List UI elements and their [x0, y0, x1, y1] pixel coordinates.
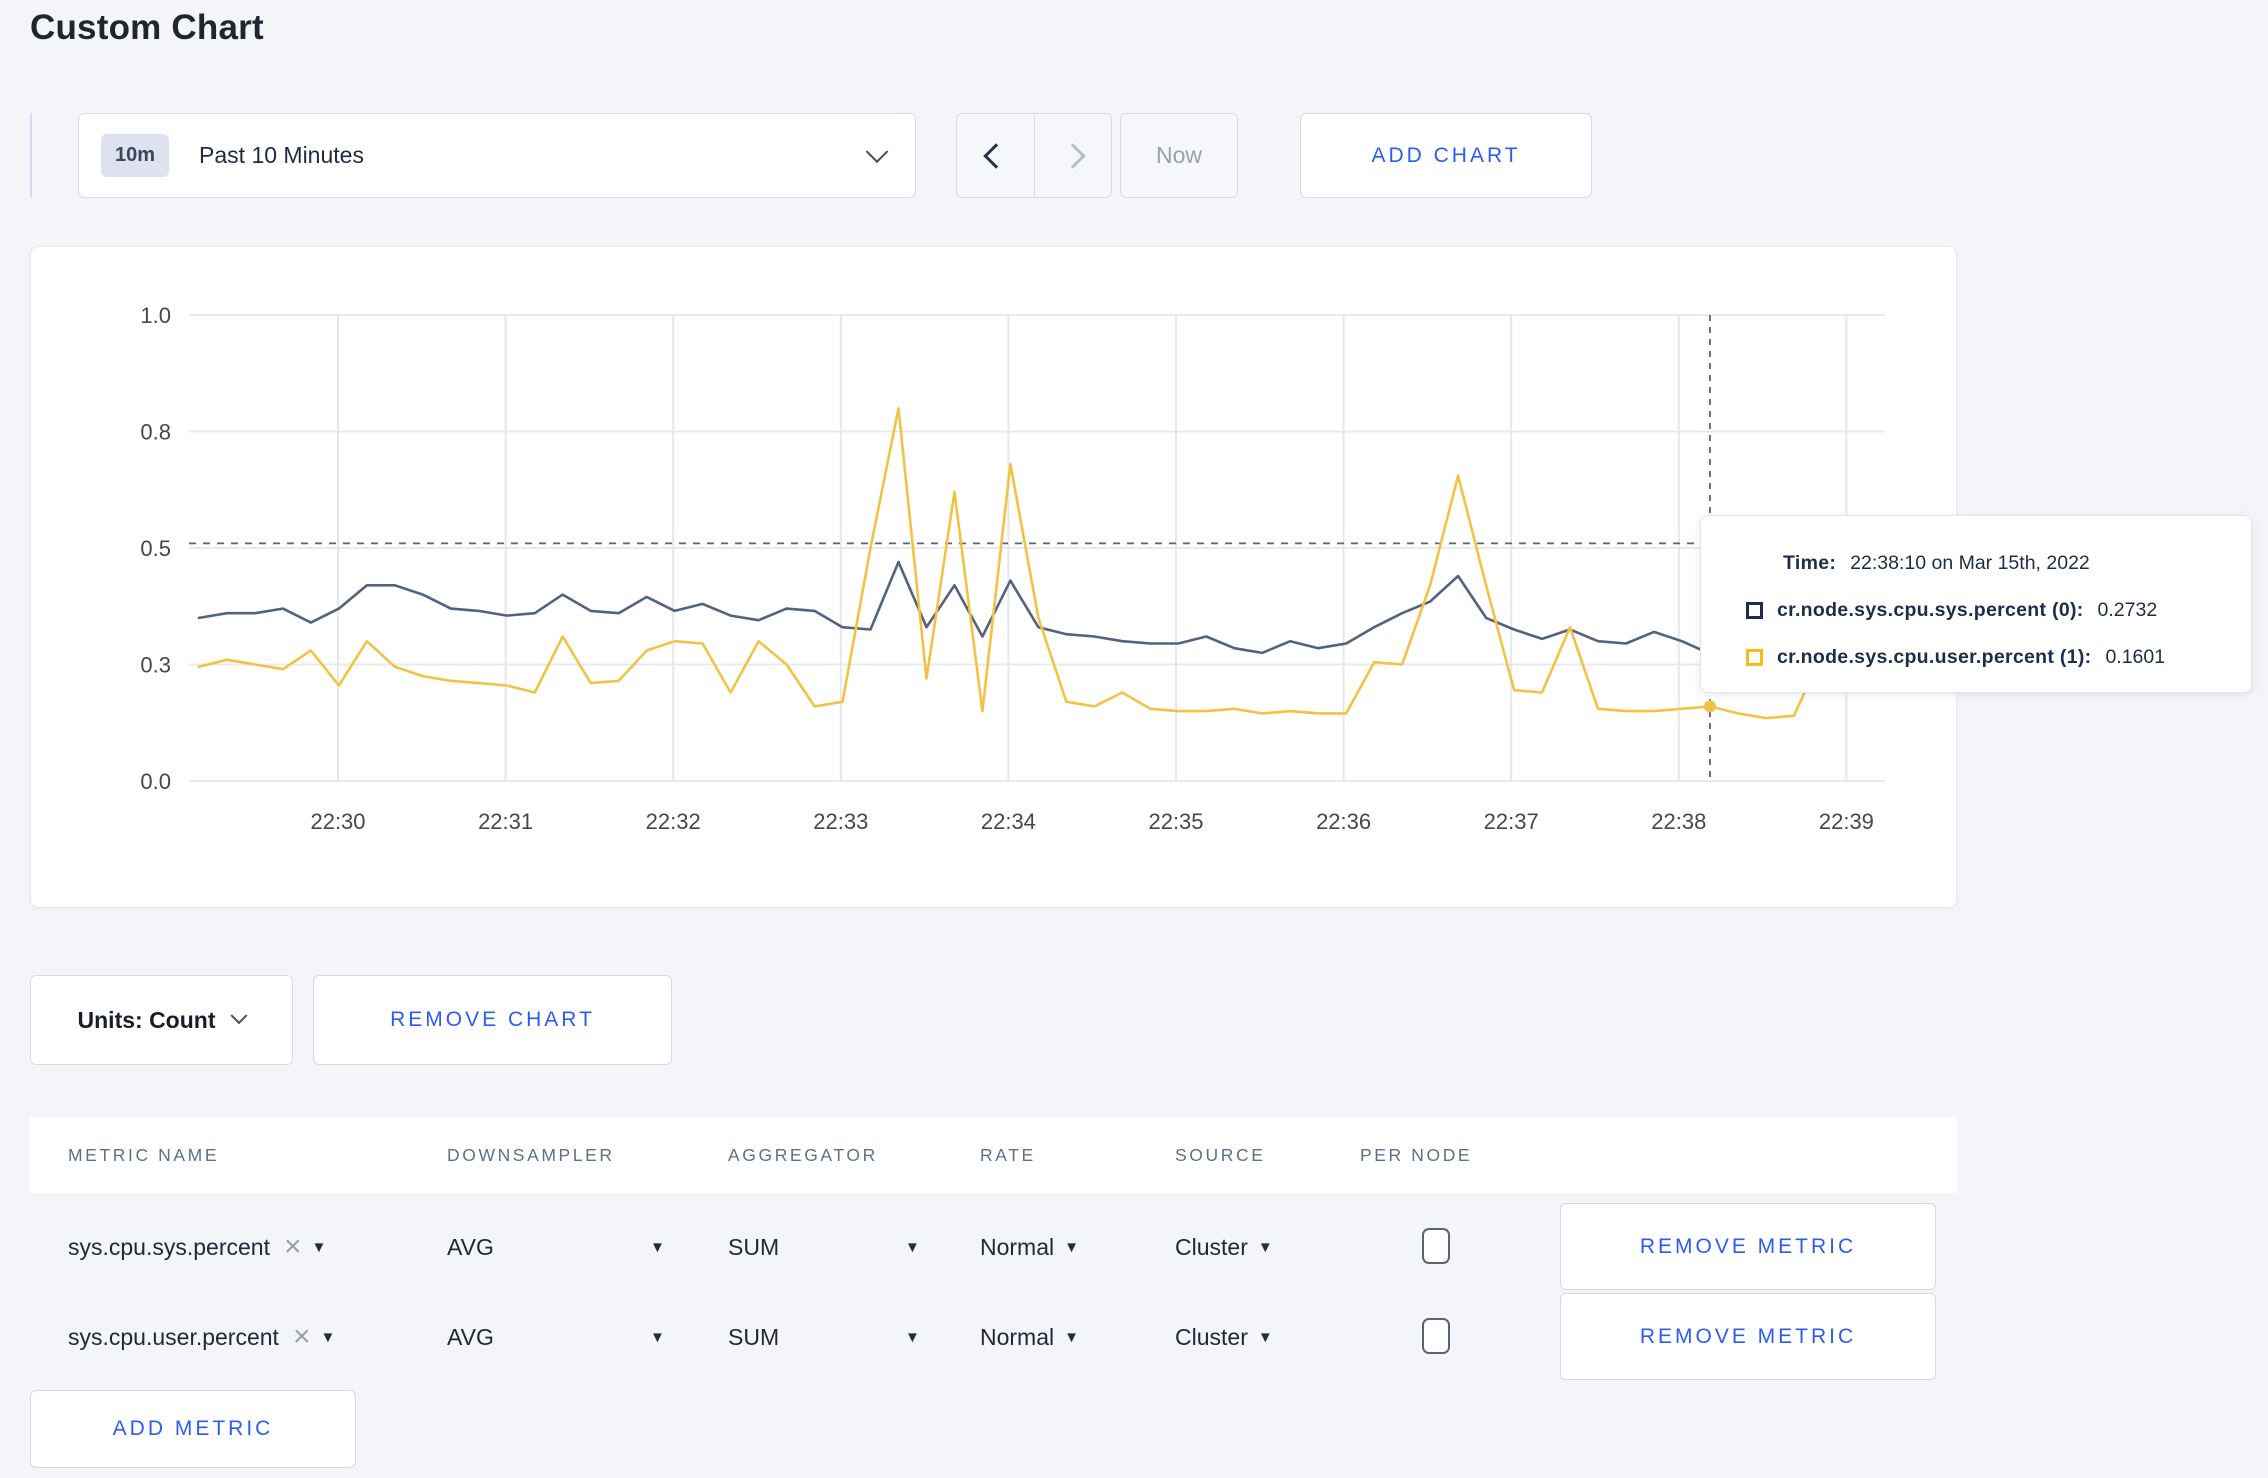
- chevron-right-icon: [1060, 142, 1086, 169]
- downsampler-select[interactable]: AVG ▼: [447, 1292, 687, 1382]
- source-select[interactable]: Cluster ▼: [1175, 1202, 1273, 1292]
- table-row: sys.cpu.user.percent × ▼ AVG ▼ SUM ▼ Nor…: [30, 1292, 1957, 1382]
- metrics-table-header: METRIC NAME DOWNSAMPLER AGGREGATOR RATE …: [30, 1117, 1957, 1193]
- caret-down-icon: ▼: [905, 1238, 920, 1256]
- col-header-rate: RATE: [980, 1144, 1036, 1165]
- units-label: Units: Count: [77, 1006, 216, 1033]
- caret-down-icon: ▼: [905, 1328, 920, 1346]
- add-metric-button[interactable]: ADD METRIC: [30, 1390, 356, 1468]
- per-node-checkbox[interactable]: [1422, 1228, 1450, 1264]
- col-header-downsampler: DOWNSAMPLER: [447, 1144, 615, 1165]
- x-axis-tick-label: 22:38: [1651, 809, 1706, 834]
- x-axis-tick-label: 22:34: [981, 809, 1036, 834]
- add-chart-button[interactable]: ADD CHART: [1300, 113, 1592, 198]
- tooltip-time-value: 22:38:10 on Mar 15th, 2022: [1850, 552, 2090, 574]
- metric-name-value: sys.cpu.user.percent: [68, 1323, 279, 1350]
- time-range-label: Past 10 Minutes: [199, 142, 364, 168]
- rate-value: Normal: [980, 1323, 1055, 1350]
- remove-metric-button[interactable]: REMOVE METRIC: [1560, 1293, 1936, 1380]
- y-axis-tick-label: 1.0: [140, 303, 171, 328]
- source-value: Cluster: [1175, 1233, 1248, 1260]
- clear-metric-icon[interactable]: ×: [284, 1232, 302, 1262]
- prev-time-button[interactable]: [957, 114, 1034, 197]
- rate-select[interactable]: Normal ▼: [980, 1292, 1079, 1382]
- page-title: Custom Chart: [30, 8, 264, 47]
- time-range-dropdown[interactable]: 10m Past 10 Minutes: [78, 113, 916, 198]
- remove-chart-button[interactable]: REMOVE CHART: [313, 975, 672, 1065]
- x-axis-tick-label: 22:39: [1819, 809, 1874, 834]
- remove-metric-button[interactable]: REMOVE METRIC: [1560, 1203, 1936, 1290]
- x-axis-tick-label: 22:35: [1148, 809, 1203, 834]
- caret-down-icon: ▼: [1064, 1328, 1079, 1346]
- col-header-aggregator: AGGREGATOR: [728, 1144, 878, 1165]
- chart-hover-tooltip: Time: 22:38:10 on Mar 15th, 2022 cr.node…: [1700, 515, 2252, 693]
- rate-value: Normal: [980, 1233, 1055, 1260]
- caret-down-icon: ▼: [650, 1238, 665, 1256]
- now-button[interactable]: Now: [1120, 113, 1238, 198]
- downsampler-value: AVG: [447, 1323, 494, 1350]
- next-time-button[interactable]: [1034, 114, 1111, 197]
- y-axis-tick-label: 0.5: [140, 536, 171, 561]
- x-axis-tick-label: 22:31: [478, 809, 533, 834]
- caret-down-icon: ▼: [1257, 1328, 1273, 1346]
- toolbar-divider: [30, 113, 32, 197]
- col-header-metric-name: METRIC NAME: [68, 1144, 220, 1165]
- downsampler-select[interactable]: AVG ▼: [447, 1202, 687, 1292]
- source-value: Cluster: [1175, 1323, 1248, 1350]
- caret-down-icon: ▼: [650, 1328, 665, 1346]
- timeseries-chart[interactable]: 0.0 0.3 0.5 0.8 1.0 22:30 22:31 22:32 22:33 22:34…: [31, 247, 1956, 907]
- caret-down-icon: ▼: [320, 1328, 336, 1346]
- rate-select[interactable]: Normal ▼: [980, 1202, 1079, 1292]
- time-step-button-group: [956, 113, 1112, 198]
- series-user-legend-icon: [1746, 649, 1763, 666]
- tooltip-time-label: Time:: [1783, 552, 1837, 574]
- units-dropdown[interactable]: Units: Count: [30, 975, 293, 1065]
- chart-card: 0.0 0.3 0.5 0.8 1.0 22:30 22:31 22:32 22:33 22:34…: [30, 246, 1957, 908]
- tooltip-series-sys-label: cr.node.sys.cpu.sys.percent (0):: [1777, 599, 2084, 621]
- clear-metric-icon[interactable]: ×: [293, 1322, 311, 1352]
- caret-down-icon: ▼: [311, 1238, 327, 1256]
- col-header-per-node: PER NODE: [1360, 1144, 1473, 1165]
- caret-down-icon: ▼: [1064, 1238, 1079, 1256]
- y-axis-tick-label: 0.3: [140, 653, 171, 678]
- metric-name-select[interactable]: sys.cpu.user.percent × ▼: [68, 1292, 335, 1382]
- tooltip-series-user-value: 0.1601: [2105, 646, 2166, 668]
- x-axis-tick-label: 22:36: [1316, 809, 1371, 834]
- aggregator-select[interactable]: SUM ▼: [728, 1202, 958, 1292]
- x-axis-tick-label: 22:33: [813, 809, 868, 834]
- per-node-checkbox[interactable]: [1422, 1318, 1450, 1354]
- chevron-down-icon: [865, 139, 889, 163]
- x-axis-tick-label: 22:32: [646, 809, 701, 834]
- source-select[interactable]: Cluster ▼: [1175, 1292, 1273, 1382]
- x-axis-tick-label: 22:30: [310, 809, 365, 834]
- y-axis-tick-label: 0.0: [140, 769, 171, 794]
- metric-name-select[interactable]: sys.cpu.sys.percent × ▼: [68, 1202, 326, 1292]
- aggregator-value: SUM: [728, 1323, 780, 1350]
- col-header-source: SOURCE: [1175, 1144, 1266, 1165]
- tooltip-series-sys-value: 0.2732: [2097, 599, 2158, 621]
- time-range-badge: 10m: [101, 134, 170, 177]
- caret-down-icon: ▼: [1257, 1238, 1273, 1256]
- series-sys-legend-icon: [1746, 602, 1763, 619]
- aggregator-select[interactable]: SUM ▼: [728, 1292, 958, 1382]
- aggregator-value: SUM: [728, 1233, 780, 1260]
- downsampler-value: AVG: [447, 1233, 494, 1260]
- y-axis-tick-label: 0.8: [140, 420, 171, 445]
- chevron-down-icon: [230, 1007, 248, 1025]
- metric-name-value: sys.cpu.sys.percent: [68, 1233, 270, 1260]
- tooltip-series-user-label: cr.node.sys.cpu.user.percent (1):: [1777, 646, 2092, 668]
- x-axis-tick-label: 22:37: [1484, 809, 1539, 834]
- chevron-left-icon: [982, 142, 1009, 169]
- table-row: sys.cpu.sys.percent × ▼ AVG ▼ SUM ▼ Norm…: [30, 1202, 1957, 1292]
